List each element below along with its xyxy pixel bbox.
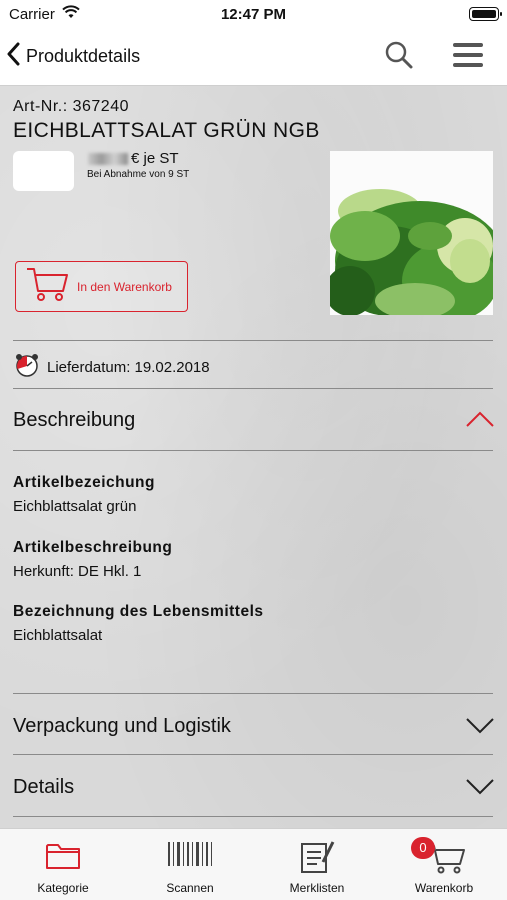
price: € je ST (88, 150, 179, 167)
navigation-bar: Produktdetails (0, 28, 507, 86)
chevron-left-icon (6, 42, 20, 71)
tab-merklisten[interactable]: Merklisten (254, 829, 380, 900)
clock: 12:47 PM (220, 6, 287, 23)
divider (13, 754, 493, 755)
tab-label: Scannen (166, 881, 214, 895)
folder-icon (0, 840, 126, 872)
section-packaging-header[interactable]: Verpackung und Logistik (13, 715, 231, 738)
field-label-food-name: Bezeichnung des Lebensmittels (13, 603, 264, 620)
back-button[interactable]: Produktdetails (6, 42, 140, 71)
chevron-down-icon[interactable] (466, 779, 494, 800)
tab-kategorie[interactable]: Kategorie (0, 829, 126, 900)
hamburger-menu-icon[interactable] (452, 41, 484, 74)
search-icon[interactable] (384, 40, 414, 75)
article-number: Art-Nr.: 367240 (13, 98, 129, 115)
chevron-down-icon[interactable] (466, 718, 494, 739)
delivery-date-label: Lieferdatum: 19.02.2018 (47, 359, 210, 376)
product-image (330, 151, 493, 315)
field-value-article-name: Eichblattsalat grün (13, 498, 137, 515)
alarm-clock-icon (14, 352, 40, 383)
add-to-cart-button[interactable]: In den Warenkorb (15, 261, 188, 312)
barcode-icon (127, 840, 253, 868)
battery-icon (469, 7, 502, 21)
divider (13, 340, 493, 341)
price-unit: € je ST (131, 150, 179, 167)
divider (13, 693, 493, 694)
cart-count-badge: 0 (411, 837, 435, 859)
status-bar: Carrier 12:47 PM (0, 0, 507, 28)
tab-label: Kategorie (37, 881, 89, 895)
field-value-article-description: Herkunft: DE Hkl. 1 (13, 563, 142, 580)
price-value-blurred (88, 152, 128, 165)
cart-icon (381, 840, 507, 874)
product-detail-content[interactable]: Art-Nr.: 367240 EICHBLATTSALAT GRÜN NGB … (0, 86, 507, 828)
back-label: Produktdetails (26, 46, 141, 66)
tab-label: Warenkorb (414, 881, 474, 895)
field-label-article-name: Artikelbezeichung (13, 474, 155, 491)
field-value-food-name: Eichblattsalat (13, 627, 103, 644)
notepad-icon (254, 840, 380, 874)
divider (13, 816, 493, 817)
tab-label: Merklisten (289, 881, 345, 895)
field-label-article-description: Artikelbeschreibung (13, 539, 173, 556)
price-badge (13, 151, 74, 191)
cart-icon (25, 265, 69, 308)
tab-warenkorb[interactable]: Warenkorb (381, 829, 507, 900)
delivery-date: Lieferdatum: 19.02.2018 (14, 352, 210, 383)
divider (13, 450, 493, 451)
tab-bar: Kategorie Scannen Merklisten Warenkorb 0 (0, 828, 507, 900)
chevron-up-icon[interactable] (466, 411, 494, 432)
tab-scannen[interactable]: Scannen (127, 829, 253, 900)
section-description-header[interactable]: Beschreibung (13, 409, 135, 432)
divider (13, 388, 493, 389)
section-details-header[interactable]: Details (13, 776, 74, 799)
add-to-cart-label: In den Warenkorb (77, 279, 172, 294)
minimum-quantity: Bei Abnahme von 9 ST (87, 169, 190, 180)
product-title: EICHBLATTSALAT GRÜN NGB (13, 119, 320, 142)
